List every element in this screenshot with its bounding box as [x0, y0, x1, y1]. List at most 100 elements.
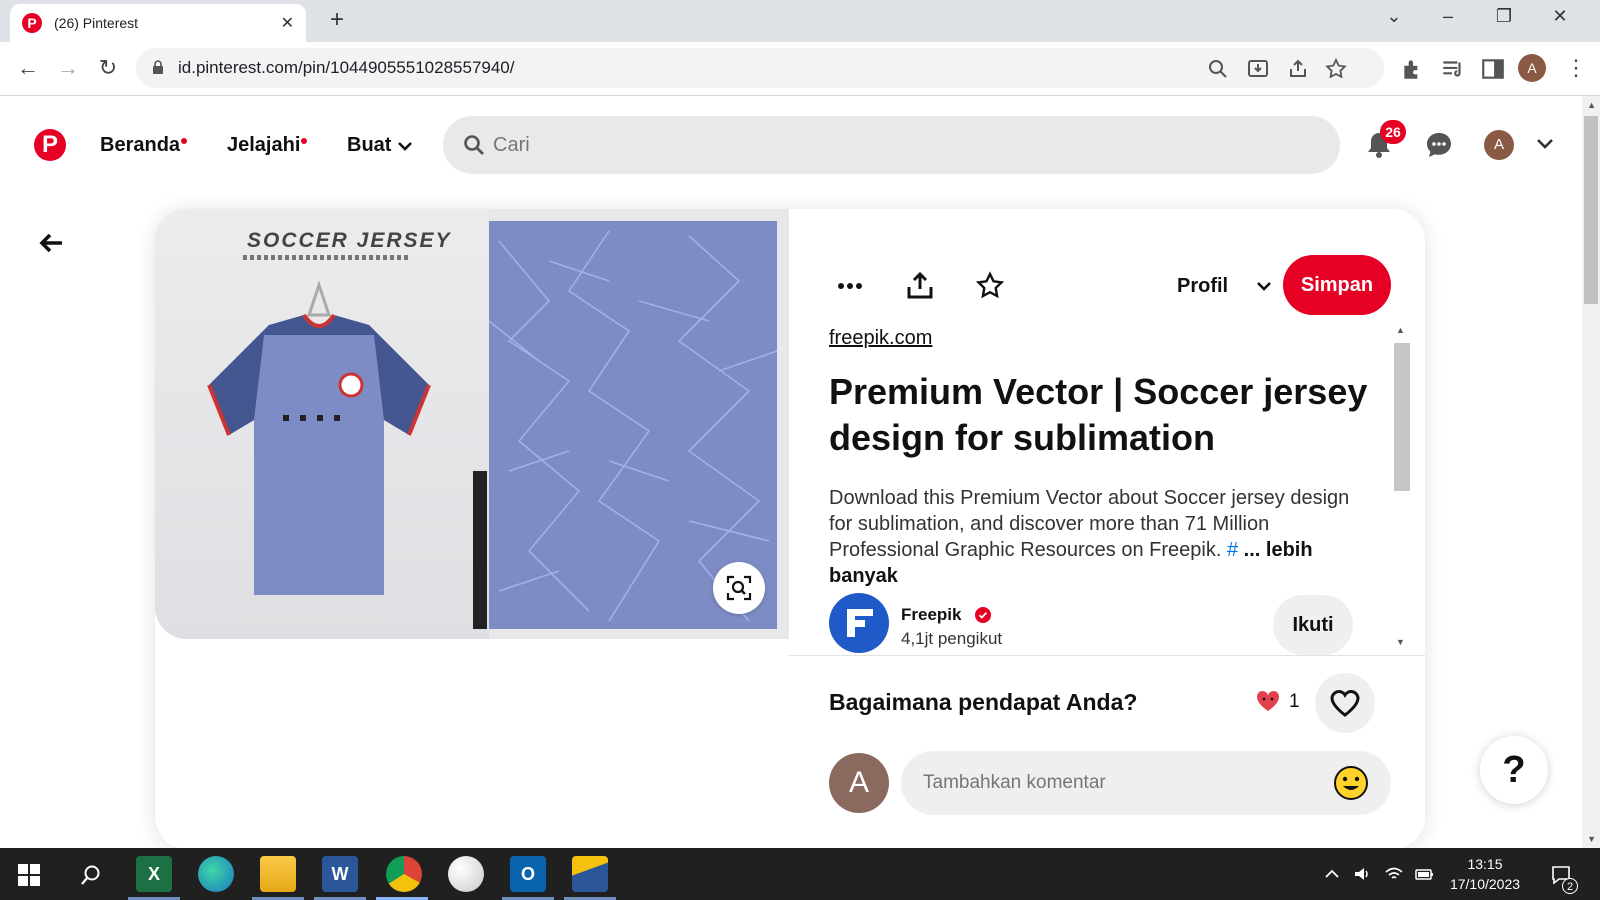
- show-hidden-icons-chevron-icon[interactable]: [1322, 864, 1342, 884]
- detail-scroll-thumb[interactable]: [1394, 343, 1410, 491]
- lens-search-icon: [726, 575, 752, 601]
- profil-chevron-down-icon[interactable]: [1255, 277, 1273, 295]
- battery-icon[interactable]: [1414, 864, 1434, 884]
- commenter-avatar[interactable]: A: [829, 753, 889, 813]
- media-control-icon[interactable]: [1440, 56, 1466, 82]
- restore-button[interactable]: ❐: [1484, 6, 1524, 27]
- nav-buat[interactable]: Buat: [347, 134, 391, 157]
- freepik-logo-icon: [847, 609, 873, 637]
- browser-menu-icon[interactable]: ⋮: [1562, 54, 1590, 82]
- comments-divider: [789, 655, 1425, 656]
- back-arrow-icon[interactable]: [36, 228, 66, 258]
- bookmark-star-icon[interactable]: [1324, 57, 1348, 81]
- close-window-button[interactable]: ✕: [1540, 6, 1580, 27]
- browser-tab-pinterest[interactable]: P (26) Pinterest ✕: [10, 4, 306, 42]
- scroll-up-arrow-icon[interactable]: ▲: [1587, 100, 1596, 110]
- pinterest-favicon-icon: P: [22, 13, 42, 33]
- misc-app-icon[interactable]: [572, 856, 608, 892]
- source-link[interactable]: freepik.com: [829, 327, 932, 350]
- reload-button[interactable]: ↻: [94, 54, 122, 82]
- board-select-profil[interactable]: Profil: [1177, 275, 1228, 298]
- messages-icon[interactable]: [1424, 130, 1454, 160]
- browser-tab-strip: P (26) Pinterest ✕ + ⌄ – ❐ ✕: [0, 0, 1600, 42]
- page-scrollbar[interactable]: ▲ ▼: [1582, 96, 1600, 848]
- pin-closeup-card: SOCCER JERSEY Profil Simpan ▲ ▼ freepik.…: [155, 209, 1425, 848]
- reaction-count: 1: [1289, 691, 1300, 712]
- pin-detail-panel: Profil Simpan ▲ ▼ freepik.com Premium Ve…: [789, 209, 1425, 848]
- address-bar[interactable]: id.pinterest.com/pin/1044905551028557940…: [136, 48, 1384, 88]
- follow-button[interactable]: Ikuti: [1273, 595, 1353, 655]
- creator-avatar[interactable]: [829, 593, 889, 653]
- more-options-icon[interactable]: [835, 271, 865, 301]
- hashtag-link[interactable]: #: [1227, 539, 1238, 561]
- word-app-icon[interactable]: W: [322, 856, 358, 892]
- windows-start-icon[interactable]: [18, 864, 40, 886]
- browser-toolbar: ← → ↻ id.pinterest.com/pin/1044905551028…: [0, 42, 1600, 96]
- creator-name[interactable]: Freepik: [901, 605, 961, 625]
- pinterest-logo-icon[interactable]: P: [34, 129, 66, 161]
- help-button[interactable]: ?: [1480, 736, 1548, 804]
- share-page-icon[interactable]: [1286, 57, 1310, 81]
- share-upload-icon[interactable]: [905, 271, 935, 301]
- new-tab-button[interactable]: +: [322, 6, 352, 34]
- comment-input[interactable]: [923, 769, 1303, 797]
- verified-badge-icon: [975, 607, 991, 623]
- tab-title: (26) Pinterest: [54, 15, 139, 31]
- heart-outline-icon: [1330, 690, 1360, 717]
- edge-browser-icon[interactable]: [198, 856, 234, 892]
- heart-reaction-icon[interactable]: [1255, 689, 1281, 713]
- soccer-jersey-illustration: [207, 280, 431, 595]
- favorite-star-icon[interactable]: [975, 271, 1005, 301]
- buat-chevron-down-icon[interactable]: [396, 137, 414, 155]
- comment-box[interactable]: [901, 751, 1391, 815]
- nav-beranda[interactable]: Beranda: [100, 134, 180, 157]
- chrome-browser-icon[interactable]: [386, 856, 422, 892]
- pin-image[interactable]: SOCCER JERSEY: [155, 209, 789, 639]
- volume-icon[interactable]: [1352, 864, 1372, 884]
- system-clock[interactable]: 13:15 17/10/2023: [1440, 854, 1530, 894]
- search-bar[interactable]: [443, 116, 1340, 174]
- emoji-picker-icon[interactable]: [1333, 765, 1369, 801]
- jelajahi-dot-indicator: [301, 138, 307, 144]
- side-panel-icon[interactable]: [1480, 56, 1506, 82]
- wifi-icon[interactable]: [1384, 864, 1404, 884]
- visual-search-lens-button[interactable]: [713, 562, 765, 614]
- extensions-puzzle-icon[interactable]: [1400, 56, 1426, 82]
- scroll-down-arrow-icon[interactable]: ▼: [1587, 834, 1596, 844]
- pinterest-page: P Beranda Jelajahi Buat 26 A SOCCER JERS…: [0, 96, 1600, 848]
- account-chevron-down-icon[interactable]: [1534, 132, 1556, 154]
- browser-profile-avatar[interactable]: A: [1518, 54, 1546, 82]
- windows-search-icon[interactable]: [80, 864, 102, 886]
- comments-prompt: Bagaimana pendapat Anda?: [829, 689, 1138, 715]
- react-heart-button[interactable]: [1315, 673, 1375, 733]
- jersey-image-title: SOCCER JERSEY: [247, 229, 452, 252]
- jersey-mockup-panel: SOCCER JERSEY: [155, 209, 489, 639]
- minimize-button[interactable]: –: [1428, 6, 1468, 27]
- excel-app-icon[interactable]: X: [136, 856, 172, 892]
- user-avatar[interactable]: A: [1484, 130, 1514, 160]
- tab-search-chevron-icon[interactable]: ⌄: [1374, 6, 1414, 27]
- outlook-app-icon[interactable]: O: [510, 856, 546, 892]
- url-text[interactable]: id.pinterest.com/pin/1044905551028557940…: [178, 58, 515, 78]
- lock-icon: [153, 60, 163, 74]
- back-button[interactable]: ←: [14, 54, 42, 82]
- clock-time: 13:15: [1467, 856, 1503, 872]
- install-app-icon[interactable]: [1246, 57, 1270, 81]
- page-scroll-thumb[interactable]: [1584, 116, 1598, 304]
- windows-taskbar: X W O 13:15 17/10/2023 2: [0, 848, 1600, 900]
- forward-button[interactable]: →: [54, 54, 82, 82]
- search-input[interactable]: [493, 130, 1293, 160]
- print-note-strip: [473, 471, 487, 629]
- zoom-search-icon[interactable]: [1206, 57, 1230, 81]
- close-tab-icon[interactable]: ✕: [281, 13, 294, 33]
- notification-center-count: 2: [1562, 878, 1578, 894]
- search-icon: [464, 135, 484, 155]
- pin-description: Download this Premium Vector about Socce…: [829, 485, 1369, 589]
- beranda-dot-indicator: [181, 138, 187, 144]
- jersey-title-stripes: [243, 255, 411, 260]
- paint-app-icon[interactable]: [448, 856, 484, 892]
- nav-jelajahi[interactable]: Jelajahi: [227, 134, 300, 157]
- file-explorer-icon[interactable]: [260, 856, 296, 892]
- save-pin-button[interactable]: Simpan: [1283, 255, 1391, 315]
- detail-scrollbar[interactable]: ▲ ▼: [1391, 323, 1410, 651]
